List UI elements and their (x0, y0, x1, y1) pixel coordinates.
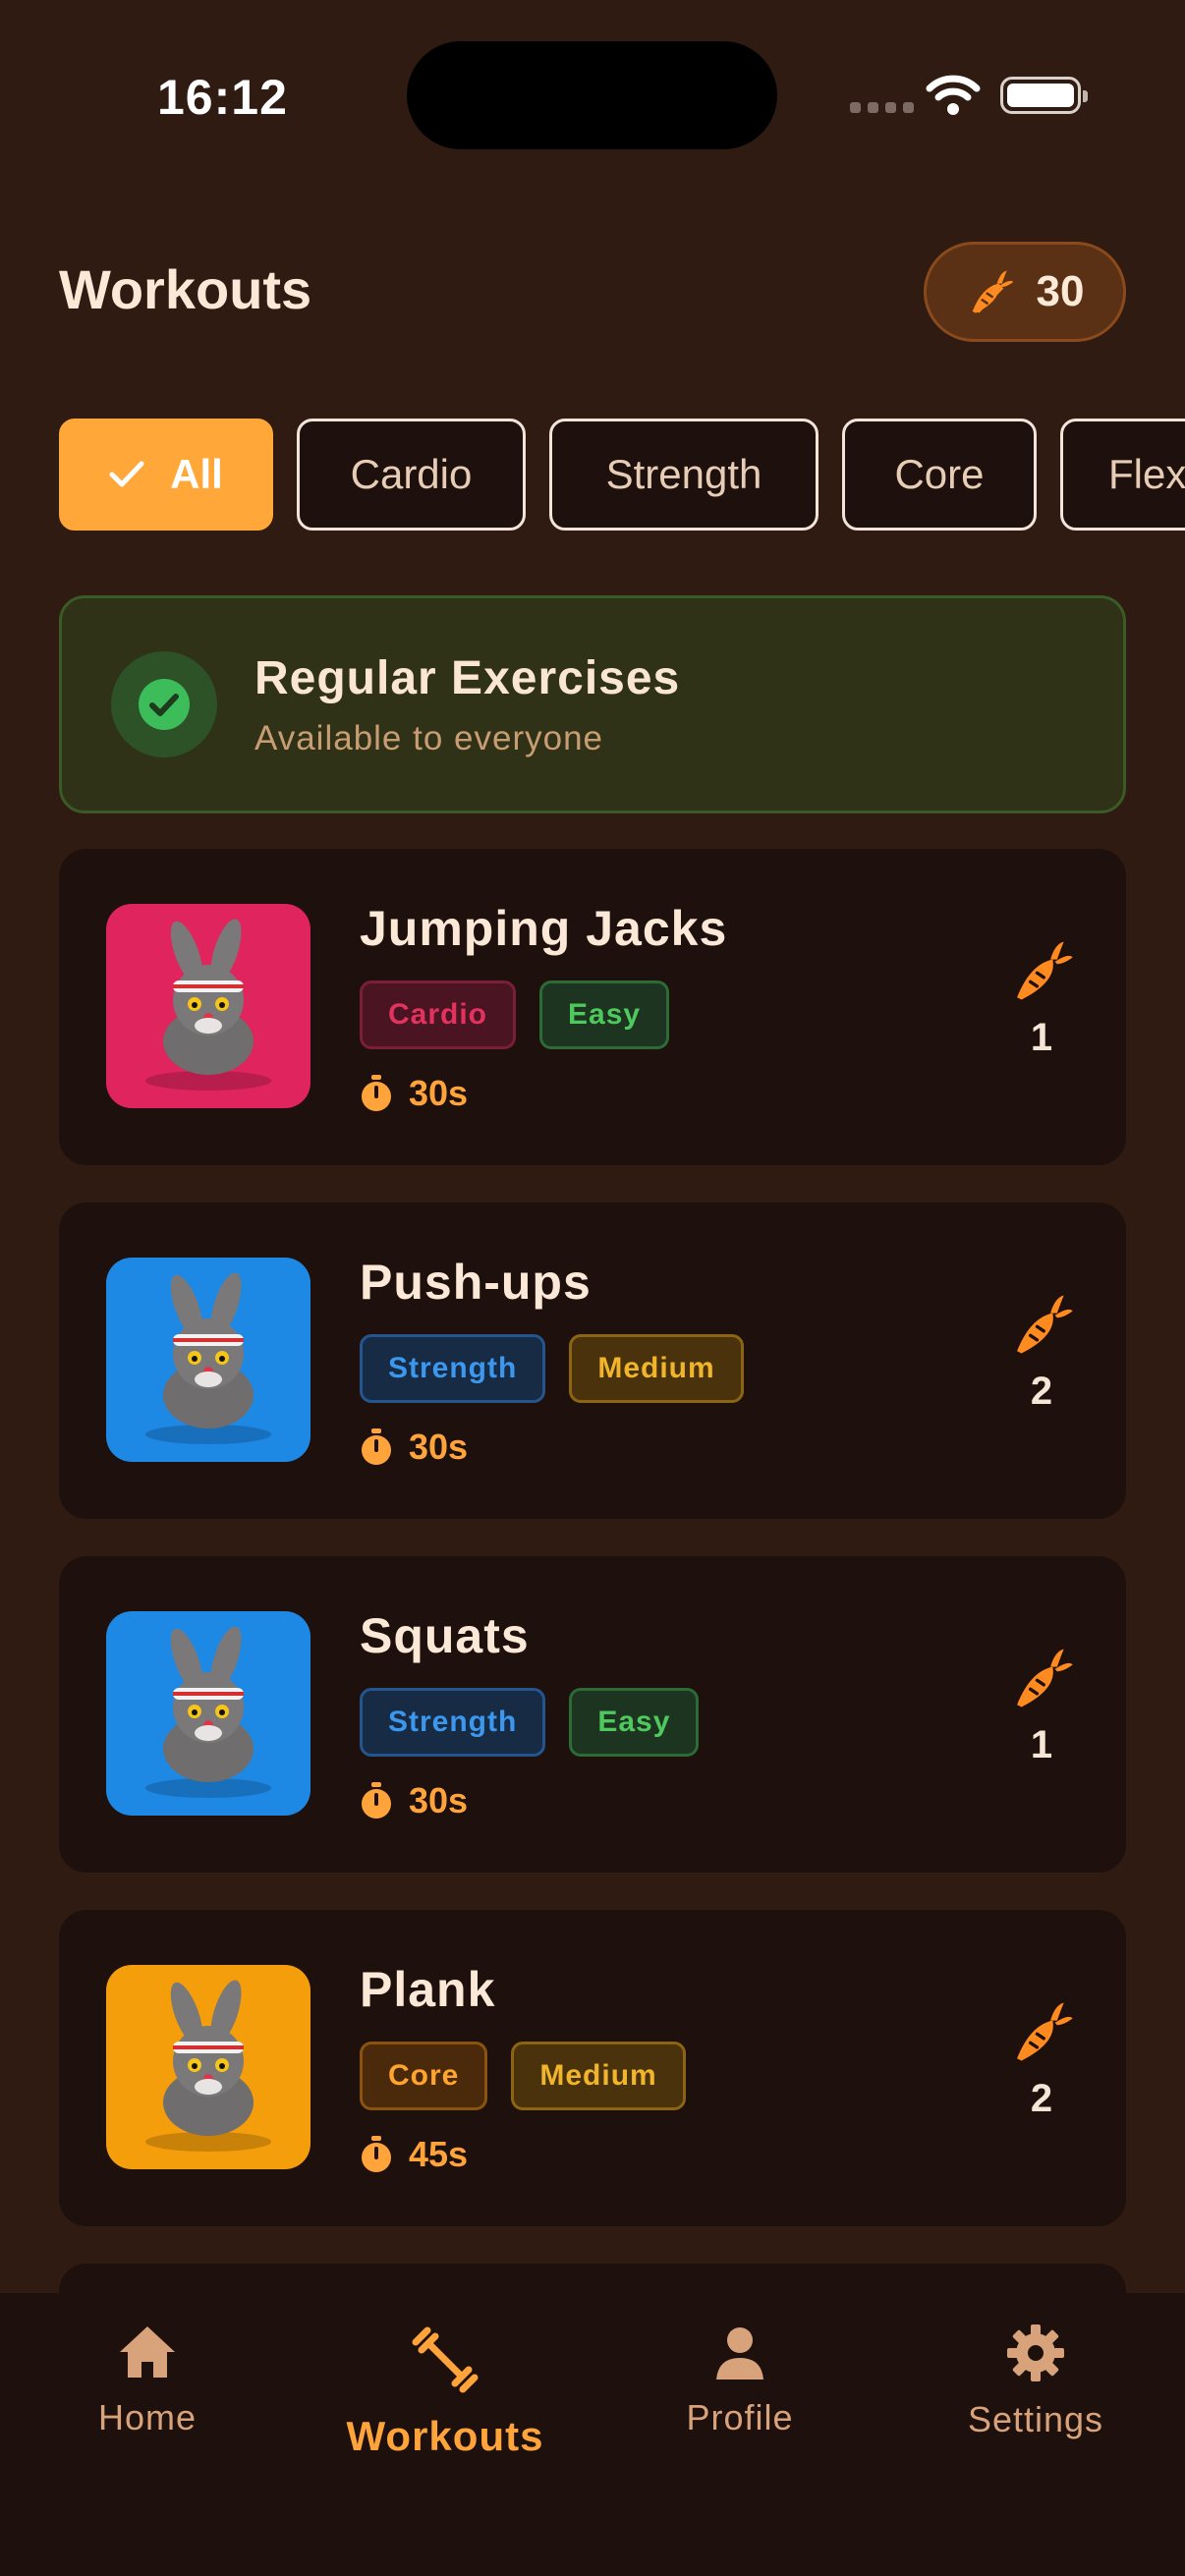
carrot-icon (1017, 2002, 1073, 2061)
banner-subtitle: Available to everyone (254, 718, 604, 757)
tab-label: Workouts (346, 2413, 544, 2459)
filter-chip-strength[interactable]: Strength (549, 419, 818, 531)
dumbbell-icon (412, 2326, 479, 2393)
workout-duration: 30s (360, 1780, 468, 1821)
category-tag: Strength (360, 1334, 546, 1403)
person-icon (716, 2327, 763, 2380)
duration-value: 30s (409, 1073, 469, 1113)
bunny-illustration (106, 1258, 310, 1462)
filter-chip-label: All (170, 451, 223, 497)
regular-exercises-banner: Regular Exercises Available to everyone (59, 595, 1126, 813)
difficulty-tag: Medium (511, 2042, 686, 2110)
duration-value: 30s (409, 1427, 469, 1467)
workout-tags: Strength Easy (360, 1688, 700, 1757)
duration-value: 45s (409, 2134, 469, 2174)
workout-name: Push-ups (360, 1255, 592, 1310)
workout-thumbnail (106, 1965, 310, 2169)
reward-count: 1 (1030, 1723, 1053, 1766)
carrot-reward: 1 (1002, 1645, 1081, 1767)
workout-name: Jumping Jacks (360, 901, 728, 956)
checkmark-icon (109, 461, 144, 487)
reward-count: 1 (1030, 1016, 1053, 1059)
reward-count: 2 (1030, 1370, 1053, 1413)
category-tag: Core (360, 2042, 488, 2110)
workout-tags: Cardio Easy (360, 980, 670, 1049)
carrot-reward: 1 (1002, 937, 1081, 1060)
workout-card[interactable]: Plank Core Medium 45s 2 (59, 1910, 1126, 2226)
carrot-reward: 2 (1002, 1291, 1081, 1414)
filter-chip-label: Core (894, 451, 985, 497)
filter-chip-label: Cardio (350, 451, 473, 497)
tab-settings[interactable]: Settings (918, 2323, 1154, 2440)
workout-tags: Core Medium (360, 2042, 686, 2110)
tab-label: Profile (686, 2397, 794, 2437)
reward-count: 2 (1030, 2077, 1053, 2120)
stopwatch-icon (362, 1782, 391, 1819)
filter-chip-cardio[interactable]: Cardio (297, 419, 526, 531)
stopwatch-icon (362, 1075, 391, 1111)
difficulty-tag: Easy (539, 980, 670, 1049)
difficulty-tag: Easy (569, 1688, 700, 1757)
bunny-illustration (106, 1611, 310, 1816)
home-icon (120, 2326, 175, 2378)
workout-tags: Strength Medium (360, 1334, 744, 1403)
carrot-balance-badge[interactable]: 30 (924, 242, 1126, 342)
workout-card[interactable]: Push-ups Strength Medium 30s 2 (59, 1203, 1126, 1519)
workout-duration: 30s (360, 1073, 468, 1114)
carrot-icon (1017, 941, 1073, 1000)
workout-duration: 45s (360, 2134, 468, 2175)
duration-value: 30s (409, 1780, 469, 1820)
difficulty-tag: Medium (569, 1334, 744, 1403)
carrot-count: 30 (1036, 267, 1085, 315)
tab-label: Settings (967, 2399, 1104, 2439)
gear-icon (1007, 2324, 1064, 2381)
carrot-icon (1017, 1649, 1073, 1708)
banner-title: Regular Exercises (254, 651, 681, 704)
tab-label: Home (97, 2397, 198, 2437)
filter-chip-flexibility[interactable]: Flexibility (1060, 419, 1185, 531)
stopwatch-icon (362, 2136, 391, 2172)
workout-name: Squats (360, 1608, 530, 1663)
banner-badge (111, 651, 217, 757)
filter-chip-label: Strength (605, 451, 762, 497)
bunny-illustration (106, 904, 310, 1108)
workout-thumbnail (106, 1258, 310, 1462)
cellular-signal-icon (850, 102, 914, 113)
category-filter-bar: All Cardio Strength Core Flexibility (59, 419, 1185, 531)
check-circle-icon (139, 679, 190, 730)
tab-home[interactable]: Home (29, 2323, 265, 2438)
workout-name: Plank (360, 1962, 496, 2017)
filter-chip-all[interactable]: All (59, 419, 273, 531)
workout-duration: 30s (360, 1427, 468, 1468)
filter-chip-label: Flexibility (1108, 451, 1185, 497)
carrot-reward: 2 (1002, 1998, 1081, 2121)
workout-card[interactable]: Jumping Jacks Cardio Easy 30s 1 (59, 849, 1126, 1165)
carrot-icon (972, 270, 1013, 313)
stopwatch-icon (362, 1428, 391, 1465)
workout-thumbnail (106, 904, 310, 1108)
bottom-tab-bar: Home Workouts Profile Settings (0, 2293, 1185, 2576)
battery-icon (1000, 77, 1088, 114)
tab-workouts[interactable]: Workouts (327, 2323, 563, 2460)
filter-chip-core[interactable]: Core (842, 419, 1037, 531)
tab-profile[interactable]: Profile (622, 2323, 858, 2438)
bunny-illustration (106, 1965, 310, 2169)
carrot-icon (1017, 1295, 1073, 1354)
workout-card[interactable]: Squats Strength Easy 30s 1 (59, 1556, 1126, 1873)
dynamic-island (407, 41, 777, 149)
category-tag: Cardio (360, 980, 517, 1049)
status-time: 16:12 (157, 70, 288, 125)
wifi-icon (926, 75, 981, 115)
page-title: Workouts (59, 258, 312, 320)
category-tag: Strength (360, 1688, 546, 1757)
workout-thumbnail (106, 1611, 310, 1816)
